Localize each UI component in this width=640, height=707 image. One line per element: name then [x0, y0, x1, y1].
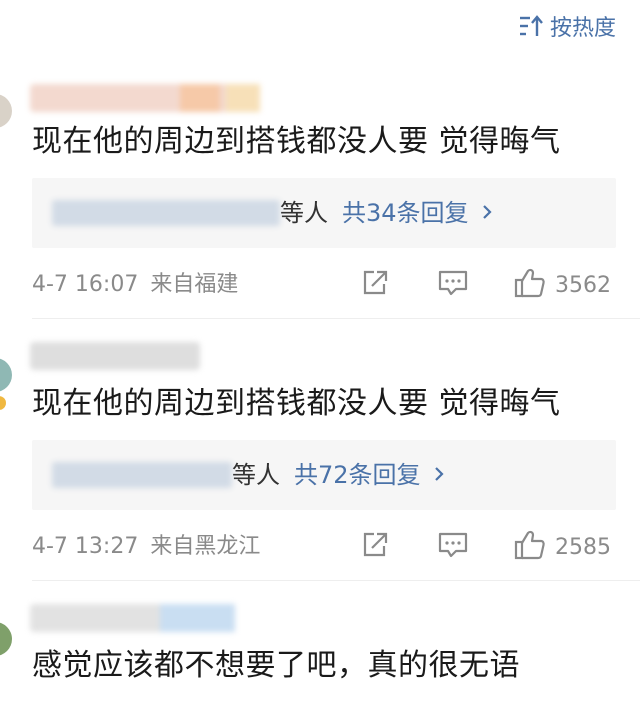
chevron-right-icon — [433, 459, 445, 491]
comment-time: 4-7 13:27 — [32, 534, 139, 559]
like-count: 3562 — [555, 272, 611, 298]
reply-users-redacted — [52, 200, 280, 226]
like-icon — [513, 267, 547, 303]
share-icon — [360, 268, 390, 302]
chevron-right-icon — [481, 197, 493, 229]
share-button[interactable] — [360, 530, 390, 564]
divider — [32, 318, 640, 319]
sort-icon — [518, 14, 544, 38]
sort-label: 按热度 — [549, 16, 616, 41]
avatar[interactable] — [0, 94, 12, 128]
comment-button[interactable] — [437, 268, 469, 302]
avatar-badge — [0, 396, 6, 410]
reply-suffix: 等人 — [280, 199, 328, 227]
avatar[interactable] — [0, 358, 12, 392]
comment-text: 感觉应该都不想要了吧，真的很无语 — [32, 648, 520, 683]
username-redacted — [30, 84, 260, 112]
like-button[interactable]: 2585 — [513, 530, 611, 564]
username-redacted — [30, 604, 235, 632]
share-icon — [360, 530, 390, 564]
sort-by-popularity-button[interactable]: 按热度 — [518, 10, 616, 42]
username-redacted — [30, 342, 200, 370]
comment-meta: 4-7 16:07 来自福建 — [32, 270, 238, 300]
divider — [32, 580, 640, 581]
reply-preview[interactable]: 等人 共34条回复 — [32, 178, 616, 248]
reply-count-link[interactable]: 共34条回复 — [342, 199, 469, 227]
comment-icon — [437, 530, 469, 564]
like-icon — [513, 529, 547, 565]
comment-time: 4-7 16:07 — [32, 272, 139, 297]
comment-meta: 4-7 13:27 来自黑龙江 — [32, 532, 260, 562]
reply-preview[interactable]: 等人 共72条回复 — [32, 440, 616, 510]
reply-count-link[interactable]: 共72条回复 — [294, 461, 421, 489]
comment-icon — [437, 268, 469, 302]
like-button[interactable]: 3562 — [513, 268, 611, 302]
like-count: 2585 — [555, 534, 611, 560]
comment-location: 来自福建 — [150, 272, 239, 297]
comment-location: 来自黑龙江 — [150, 534, 261, 559]
share-button[interactable] — [360, 268, 390, 302]
comment-text: 现在他的周边到搭钱都没人要 觉得晦气 — [32, 386, 561, 421]
reply-suffix: 等人 — [232, 461, 280, 489]
comment-button[interactable] — [437, 530, 469, 564]
reply-users-redacted — [52, 462, 232, 488]
comment-text: 现在他的周边到搭钱都没人要 觉得晦气 — [32, 124, 561, 159]
avatar[interactable] — [0, 622, 12, 656]
